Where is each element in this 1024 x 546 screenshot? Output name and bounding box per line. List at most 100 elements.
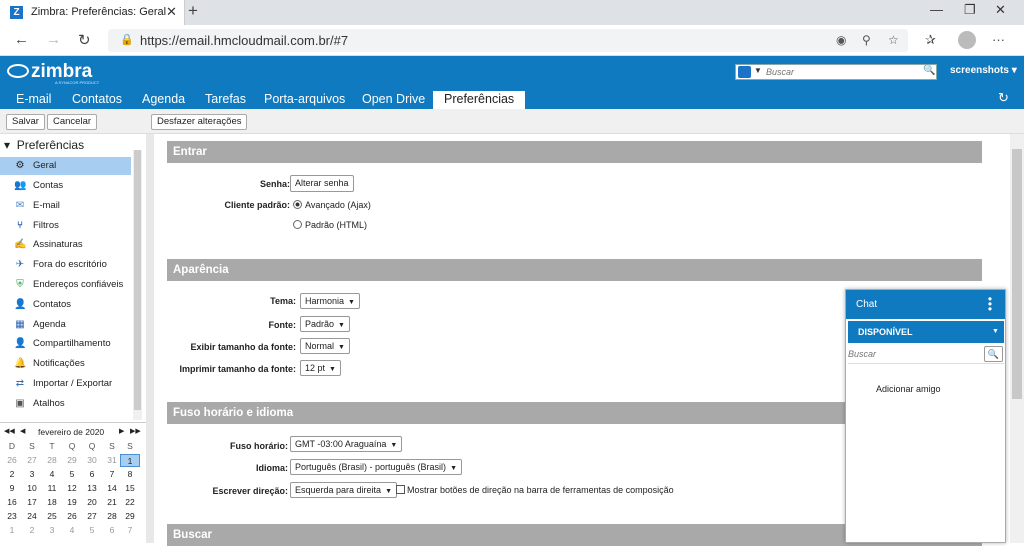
direction-select[interactable]: Esquerda para direita ▼ (290, 482, 397, 498)
language-select[interactable]: Português (Brasil) - português (Brasil) ▼ (290, 459, 462, 475)
tab-email[interactable]: E-mail (16, 91, 51, 109)
chat-header[interactable]: Chat (846, 290, 1005, 319)
calendar-day[interactable]: 5 (62, 468, 82, 481)
forward-icon[interactable]: → (46, 31, 61, 48)
content-scrollbar[interactable] (1010, 134, 1024, 543)
calendar-day[interactable]: 29 (62, 454, 82, 467)
tab-agenda[interactable]: Agenda (142, 91, 185, 109)
change-password-button[interactable]: Alterar senha (290, 175, 354, 192)
tab-open-drive[interactable]: Open Drive (362, 91, 425, 109)
prev-month-icon[interactable]: ◀ (20, 427, 25, 435)
sidebar-item-geral[interactable]: ⚙ Geral (0, 157, 131, 175)
calendar-day[interactable]: 6 (82, 468, 102, 481)
next-month-icon[interactable]: ▶ (119, 427, 124, 435)
preferences-tree-header[interactable]: ▾ Preferências (4, 138, 84, 152)
calendar-day[interactable]: 1 (2, 524, 22, 537)
calendar-day[interactable]: 8 (120, 468, 140, 481)
calendar-day[interactable]: 7 (102, 468, 122, 481)
more-menu-icon[interactable]: ··· (992, 32, 1005, 47)
minimize-icon[interactable]: — (930, 2, 943, 17)
calendar-day[interactable]: 11 (42, 482, 62, 495)
calendar-day[interactable]: 29 (120, 510, 140, 523)
calendar-day[interactable]: 20 (82, 496, 102, 509)
display-font-size-select[interactable]: Normal ▼ (300, 338, 350, 354)
timezone-select[interactable]: GMT -03:00 Araguaína ▼ (290, 436, 403, 452)
show-direction-checkbox[interactable]: Mostrar botões de direção na barra de fe… (396, 485, 674, 495)
browser-tab[interactable]: Z Zimbra: Preferências: Geral ✕ (0, 0, 185, 25)
prev-year-icon[interactable]: ◀◀ (4, 427, 15, 435)
calendar-day[interactable]: 3 (22, 468, 42, 481)
search-icon[interactable]: 🔍 (984, 346, 1003, 362)
calendar-day[interactable]: 28 (42, 454, 62, 467)
calendar-day[interactable]: 30 (82, 454, 102, 467)
window-close-icon[interactable]: ✕ (995, 2, 1006, 18)
font-select[interactable]: Padrão ▼ (300, 316, 350, 332)
calendar-day[interactable]: 25 (42, 510, 62, 523)
calendar-day[interactable]: 3 (42, 524, 62, 537)
next-year-icon[interactable]: ▶▶ (130, 427, 141, 435)
zoom-icon[interactable]: ⚲ (862, 33, 871, 47)
calendar-day[interactable]: 6 (102, 524, 122, 537)
user-menu[interactable]: screenshots ▾ (950, 65, 1017, 76)
tab-preferencias[interactable]: Preferências (433, 91, 526, 109)
sidebar-item-enderecos-confiaveis[interactable]: ⛨ Endereços confiáveis (0, 276, 131, 294)
calendar-day[interactable]: 5 (82, 524, 102, 537)
sidebar-item-notificacoes[interactable]: 🔔 Notificações (0, 355, 131, 373)
calendar-day[interactable]: 10 (22, 482, 42, 495)
calendar-day[interactable]: 28 (102, 510, 122, 523)
calendar-day[interactable]: 31 (102, 454, 122, 467)
tracking-icon[interactable]: ◉ (836, 33, 846, 47)
calendar-day[interactable]: 26 (62, 510, 82, 523)
calendar-day[interactable]: 15 (120, 482, 140, 495)
tab-tarefas[interactable]: Tarefas (205, 91, 246, 109)
cancel-button[interactable]: Cancelar (47, 114, 98, 130)
client-html-radio[interactable]: Padrão (HTML) (293, 220, 367, 230)
theme-select[interactable]: Harmonia ▼ (300, 293, 360, 309)
calendar-day[interactable]: 4 (42, 468, 62, 481)
kebab-menu-icon[interactable]: • • • (987, 293, 993, 315)
sidebar-item-assinaturas[interactable]: ✍ Assinaturas (0, 236, 131, 254)
calendar-day[interactable]: 22 (120, 496, 140, 509)
maximize-icon[interactable]: ❐ (964, 2, 976, 18)
sidebar-item-compartilhamento[interactable]: 👤 Compartilhamento (0, 335, 131, 353)
sidebar-item-filtros[interactable]: ⑂ Filtros (0, 217, 131, 235)
calendar-day[interactable]: 7 (120, 524, 140, 537)
calendar-day[interactable]: 23 (2, 510, 22, 523)
calendar-day[interactable]: 14 (102, 482, 122, 495)
url-field[interactable]: 🔒 https://email.hmcloudmail.com.br/#7 ◉ … (108, 29, 908, 52)
calendar-day[interactable]: 24 (22, 510, 42, 523)
calendar-day[interactable]: 4 (62, 524, 82, 537)
tab-porta-arquivos[interactable]: Porta-arquivos (264, 91, 345, 109)
refresh-icon[interactable]: ↻ (998, 90, 1009, 106)
client-ajax-radio[interactable]: Avançado (Ajax) (293, 200, 371, 210)
sidebar-scrollbar[interactable] (133, 150, 142, 420)
calendar-day[interactable]: 17 (22, 496, 42, 509)
chat-status-select[interactable]: DISPONÍVEL ▼ (848, 321, 1004, 343)
sidebar-item-importar-exportar[interactable]: ⇄ Importar / Exportar (0, 375, 131, 393)
print-font-size-select[interactable]: 12 pt ▼ (300, 360, 341, 376)
calendar-day[interactable]: 27 (82, 510, 102, 523)
sidebar-item-fora-do-escritorio[interactable]: ✈ Fora do escritório (0, 256, 131, 274)
search-type-icon[interactable] (738, 66, 751, 78)
sidebar-item-atalhos[interactable]: ▣ Atalhos (0, 395, 131, 413)
sidebar-item-contas[interactable]: 👥 Contas (0, 177, 131, 195)
calendar-day[interactable]: 19 (62, 496, 82, 509)
sidebar-item-contatos[interactable]: 👤 Contatos (0, 296, 131, 314)
calendar-day[interactable]: 12 (62, 482, 82, 495)
close-tab-icon[interactable]: ✕ (166, 4, 177, 20)
save-button[interactable]: Salvar (6, 114, 45, 130)
chevron-down-icon[interactable]: ▼ (754, 66, 762, 75)
sidebar-item-agenda[interactable]: ▦ Agenda (0, 316, 131, 334)
calendar-day[interactable]: 13 (82, 482, 102, 495)
new-tab-icon[interactable]: + (188, 1, 198, 21)
profile-avatar[interactable] (958, 31, 976, 49)
add-friend-link[interactable]: Adicionar amigo (876, 384, 941, 394)
calendar-day[interactable]: 26 (2, 454, 22, 467)
calendar-day[interactable]: 1 (120, 454, 140, 467)
panel-splitter[interactable] (146, 134, 154, 543)
favorites-list-icon[interactable]: ✰ (925, 32, 936, 48)
calendar-day[interactable]: 9 (2, 482, 22, 495)
calendar-day[interactable]: 2 (22, 524, 42, 537)
calendar-day[interactable]: 16 (2, 496, 22, 509)
favorite-star-icon[interactable]: ☆ (888, 33, 899, 47)
